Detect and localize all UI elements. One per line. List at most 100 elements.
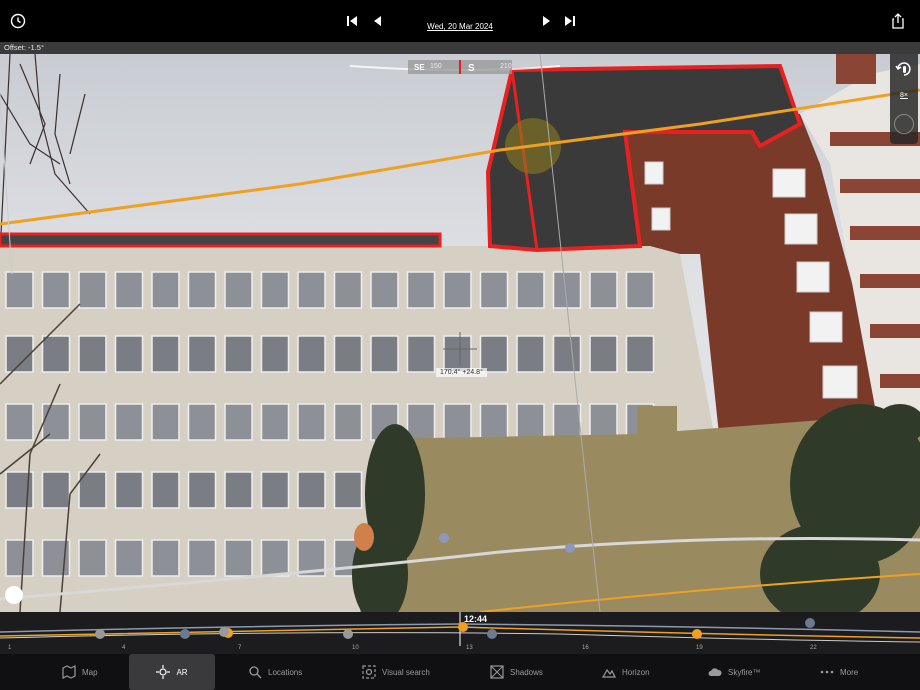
office-window: [443, 271, 472, 309]
compass-150: 150: [430, 63, 442, 70]
ar-icon: [156, 665, 171, 679]
office-window: [78, 271, 107, 309]
office-window: [333, 271, 363, 309]
office-window: [260, 271, 290, 309]
office-window: [114, 335, 144, 373]
crosshair-readout: 170.4° +24.8°: [436, 368, 487, 377]
zoom-level[interactable]: 8×: [894, 92, 914, 99]
office-window: [516, 403, 545, 441]
more-icon: [820, 665, 834, 679]
tab-skyfire[interactable]: Skyfire™: [708, 654, 760, 690]
hour-label: 7: [238, 645, 242, 651]
tab-label: Map: [82, 667, 98, 677]
skip-to-end-icon[interactable]: [560, 11, 580, 31]
foreground-object: [354, 523, 374, 551]
compass-s: S: [468, 63, 475, 74]
office-window: [552, 335, 582, 373]
tab-label: Shadows: [510, 667, 543, 677]
office-window: [516, 271, 545, 309]
office-window: [516, 335, 545, 373]
office-window: [114, 403, 144, 441]
office-window: [41, 471, 71, 509]
office-window: [41, 271, 71, 309]
ar-scene-drawing: [0, 54, 920, 612]
skip-to-start-icon[interactable]: [342, 11, 362, 31]
clock-icon[interactable]: [8, 11, 28, 31]
tab-label: Locations: [268, 667, 303, 677]
office-window: [41, 403, 71, 441]
visual-search-icon: [362, 665, 376, 679]
office-window: [406, 403, 436, 441]
timeline-scrubber[interactable]: 12:44 1 4 7 10 13 16 19 22: [0, 612, 920, 654]
office-window: [5, 539, 34, 577]
wall-chimney: [637, 406, 677, 436]
office-window: [224, 403, 253, 441]
tab-map[interactable]: Map: [62, 654, 98, 690]
hour-label: 4: [122, 645, 126, 651]
tab-locations[interactable]: Locations: [248, 654, 302, 690]
office-window: [187, 539, 217, 577]
tab-horizon[interactable]: Horizon: [601, 654, 650, 690]
office-window: [443, 403, 472, 441]
previous-day-icon[interactable]: [368, 11, 388, 31]
office-window: [297, 403, 326, 441]
hour-label: 19: [696, 645, 703, 651]
tab-label: Visual search: [382, 667, 430, 677]
lens-icon[interactable]: [894, 114, 914, 134]
compass-strip: SE 150 S 210: [408, 60, 512, 74]
office-window: [114, 271, 144, 309]
office-window: [151, 471, 180, 509]
current-time: 12:44: [464, 614, 488, 624]
office-window: [224, 335, 253, 373]
office-window: [625, 335, 655, 373]
office-window: [625, 271, 655, 309]
office-window: [78, 403, 107, 441]
date-selector[interactable]: Wed, 20 Mar 2024: [420, 22, 500, 31]
tab-label: AR: [176, 667, 188, 677]
office-window: [589, 271, 618, 309]
timeline-drawing: [0, 612, 920, 646]
office-window: [224, 539, 253, 577]
office-window: [151, 403, 180, 441]
compass-210: 210: [500, 63, 512, 70]
office-window: [114, 471, 144, 509]
office-window: [260, 539, 290, 577]
office-window: [479, 271, 509, 309]
office-window: [151, 539, 180, 577]
next-day-icon[interactable]: [536, 11, 556, 31]
apartment-roof: [836, 54, 876, 84]
tab-label: Skyfire™: [728, 667, 761, 677]
office-window: [589, 335, 618, 373]
office-window: [370, 271, 399, 309]
tab-shadows[interactable]: Shadows: [490, 654, 543, 690]
tab-ar[interactable]: AR: [129, 654, 215, 690]
office-window: [224, 471, 253, 509]
office-window: [5, 271, 34, 309]
hour-label: 22: [810, 645, 817, 651]
office-window: [297, 335, 326, 373]
light-glare: [5, 586, 23, 604]
ar-camera-view[interactable]: SE 150 S 210 170.4° +24.8° 8×: [0, 54, 920, 612]
offset-strip: Offset: -1.5°: [0, 42, 920, 54]
office-window: [260, 471, 290, 509]
office-window: [187, 403, 217, 441]
office-window: [370, 335, 399, 373]
top-bar: Wed, 20 Mar 2024: [0, 0, 920, 42]
office-window: [78, 335, 107, 373]
office-window: [406, 335, 436, 373]
compass-heading-marker: [459, 60, 461, 74]
share-icon[interactable]: [888, 11, 908, 31]
office-window: [224, 271, 253, 309]
office-window: [260, 335, 290, 373]
office-window: [297, 471, 326, 509]
horizon-icon: [601, 665, 616, 679]
search-icon: [248, 665, 262, 679]
tab-more[interactable]: More: [820, 654, 858, 690]
office-window: [552, 403, 582, 441]
office-window: [479, 403, 509, 441]
office-window: [333, 403, 363, 441]
rotate-touch-icon[interactable]: [895, 60, 913, 78]
office-window: [114, 539, 144, 577]
office-window: [151, 271, 180, 309]
tab-visual-search[interactable]: Visual search: [362, 654, 430, 690]
